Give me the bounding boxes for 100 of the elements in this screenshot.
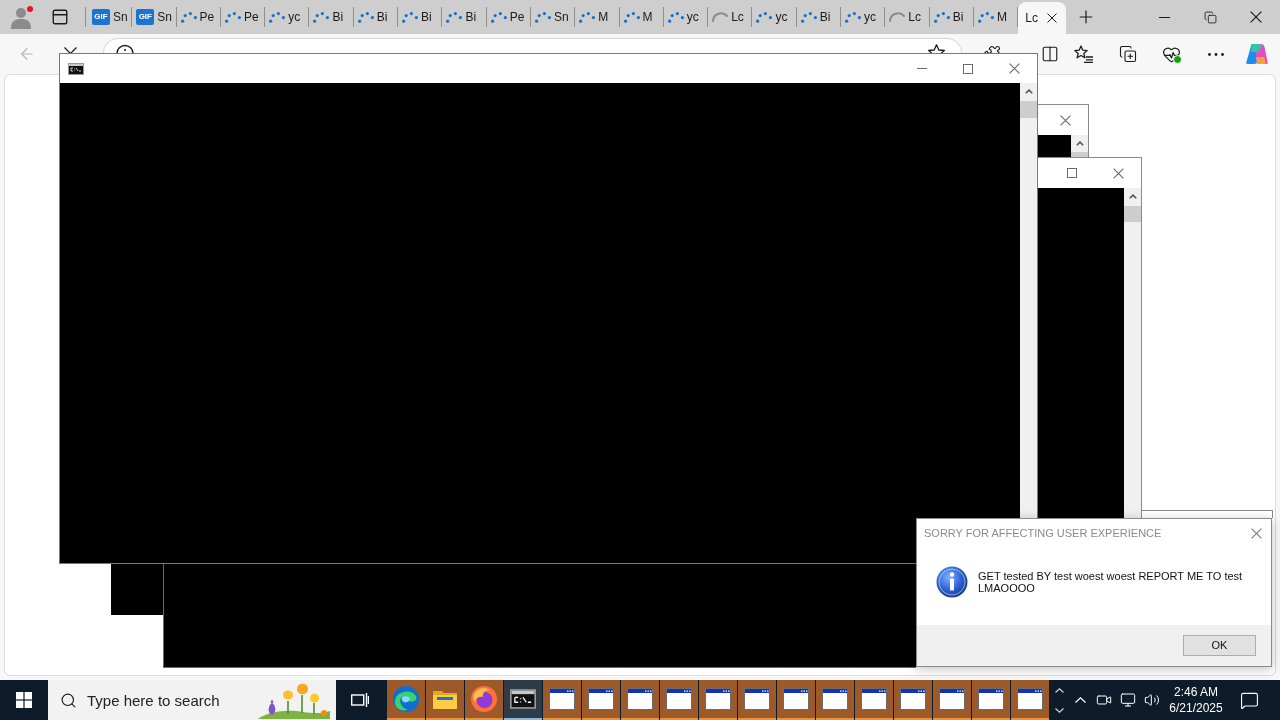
close-icon xyxy=(1059,114,1071,126)
taskbar-app-button[interactable] xyxy=(582,680,620,720)
browser-tab[interactable]: Sn xyxy=(530,0,576,34)
clock-time[interactable]: 2:46 AM xyxy=(1174,684,1218,700)
taskbar-app-button[interactable] xyxy=(699,680,737,720)
taskbar-app-button[interactable] xyxy=(777,680,815,720)
loading-spinner-icon xyxy=(446,11,463,23)
taskbar-app-button[interactable] xyxy=(1011,680,1049,720)
taskbar-app-button[interactable] xyxy=(855,680,893,720)
address-field[interactable] xyxy=(103,38,962,53)
window-icon xyxy=(744,688,770,710)
browser-tab[interactable]: Lc xyxy=(1018,2,1067,34)
more-icon xyxy=(1208,52,1224,56)
taskbar-app-button[interactable] xyxy=(621,680,659,720)
scrollbar[interactable] xyxy=(1071,135,1088,157)
browser-tab[interactable]: Bi xyxy=(398,0,443,34)
flowers-drawing xyxy=(258,681,330,719)
maximize-icon xyxy=(963,63,973,74)
info-icon xyxy=(116,44,134,53)
gif-badge: GIF xyxy=(136,9,155,25)
browser-tab[interactable]: yc xyxy=(752,0,797,34)
maximize-icon xyxy=(1067,168,1077,178)
search-bar[interactable]: Type here to search xyxy=(48,680,336,720)
profile-icon xyxy=(10,5,34,29)
chevron-up-icon xyxy=(1074,697,1086,703)
info-icon xyxy=(936,566,968,598)
window-panel-icon xyxy=(51,8,69,26)
dialog-title: SORRY FOR AFFECTING USER EXPERIENCE xyxy=(924,525,1162,541)
close-icon xyxy=(1047,13,1058,23)
window-icon xyxy=(627,688,653,710)
minimize-icon xyxy=(1158,16,1170,18)
browser-tab[interactable]: Pe xyxy=(486,0,531,34)
window-icon xyxy=(822,688,848,710)
close-tab-button[interactable] xyxy=(1046,12,1059,24)
close-icon xyxy=(1112,167,1124,179)
scrollbar-thumb[interactable] xyxy=(1071,152,1088,157)
taskbar-app-button[interactable] xyxy=(933,680,971,720)
caret-up-icon xyxy=(1075,141,1084,146)
window-icon xyxy=(666,688,692,710)
window-icon xyxy=(978,688,1004,710)
taskbar-app-button[interactable] xyxy=(660,680,698,720)
minimize-icon xyxy=(917,68,927,69)
browser-tab[interactable]: Lc xyxy=(708,0,753,34)
browser-tab[interactable]: M xyxy=(619,0,664,34)
browser-tab[interactable]: Bi xyxy=(442,0,487,34)
monitor-icon xyxy=(1120,692,1136,708)
caret-up-icon xyxy=(1024,89,1033,94)
browser-tab[interactable]: M xyxy=(575,0,620,34)
taskbar-app-button[interactable] xyxy=(894,680,932,720)
restore-icon xyxy=(1203,10,1217,24)
browser-tab[interactable]: Pe xyxy=(176,0,221,34)
browser-tab[interactable]: Pe xyxy=(220,0,266,34)
caret-down-icon xyxy=(1055,707,1064,713)
browser-tab[interactable]: GIF Sn xyxy=(88,0,133,34)
browser-tab[interactable]: Bi xyxy=(929,0,974,34)
browser-tab[interactable]: yc xyxy=(841,0,886,34)
browser-tab[interactable]: yc xyxy=(265,0,310,34)
clock-date[interactable]: 6/21/2025 xyxy=(1169,700,1223,716)
scrollbar-thumb[interactable] xyxy=(1020,101,1037,118)
star-list-icon xyxy=(1073,45,1093,63)
wave-logo-icon xyxy=(393,686,419,712)
browser-tab[interactable]: Lc xyxy=(885,0,930,34)
loading-spinner-icon xyxy=(180,11,197,23)
browser-tab[interactable]: Bi xyxy=(353,0,399,34)
terminal-icon xyxy=(510,689,536,709)
ok-button[interactable]: OK xyxy=(1183,635,1256,656)
taskbar-app-button[interactable] xyxy=(972,680,1010,720)
taskbar-app-button[interactable] xyxy=(738,680,776,720)
browser-tab[interactable]: yc xyxy=(663,0,709,34)
columns-icon xyxy=(1041,45,1059,63)
loading-spinner-icon xyxy=(269,11,286,23)
browser-tab[interactable]: M xyxy=(973,0,1019,34)
window-icon xyxy=(588,688,614,710)
loading-spinner-icon xyxy=(402,11,419,23)
loading-spinner-icon xyxy=(800,11,817,23)
star-icon xyxy=(928,44,945,53)
loading-spinner-icon xyxy=(579,11,596,23)
scrollbar[interactable] xyxy=(1124,188,1141,518)
search-field[interactable]: Type here to search xyxy=(87,688,247,712)
browser-tab[interactable]: GIF Sn xyxy=(132,0,177,34)
loading-spinner-icon xyxy=(756,11,773,23)
window-icon xyxy=(549,688,575,710)
window-icon xyxy=(900,688,926,710)
close-icon xyxy=(1008,63,1020,74)
terminal-icon xyxy=(68,62,84,75)
loading-spinner-icon xyxy=(357,11,374,23)
window-icon xyxy=(1017,688,1043,710)
browser-tab[interactable]: Bi xyxy=(796,0,842,34)
loading-spinner-icon xyxy=(224,11,241,23)
taskbar-app-button[interactable] xyxy=(816,680,854,720)
caret-up-icon xyxy=(1055,687,1064,693)
browser-tab[interactable]: Bi xyxy=(309,0,354,34)
window-icon xyxy=(705,688,731,710)
taskbar-app-button[interactable] xyxy=(543,680,581,720)
loading-spinner-icon xyxy=(845,11,862,23)
loading-spinner-icon xyxy=(712,12,729,22)
four-panes-icon xyxy=(16,692,32,708)
taskbar-app-button[interactable] xyxy=(504,680,542,720)
puzzle-icon xyxy=(983,45,1001,53)
scrollbar-thumb[interactable] xyxy=(1124,206,1141,222)
